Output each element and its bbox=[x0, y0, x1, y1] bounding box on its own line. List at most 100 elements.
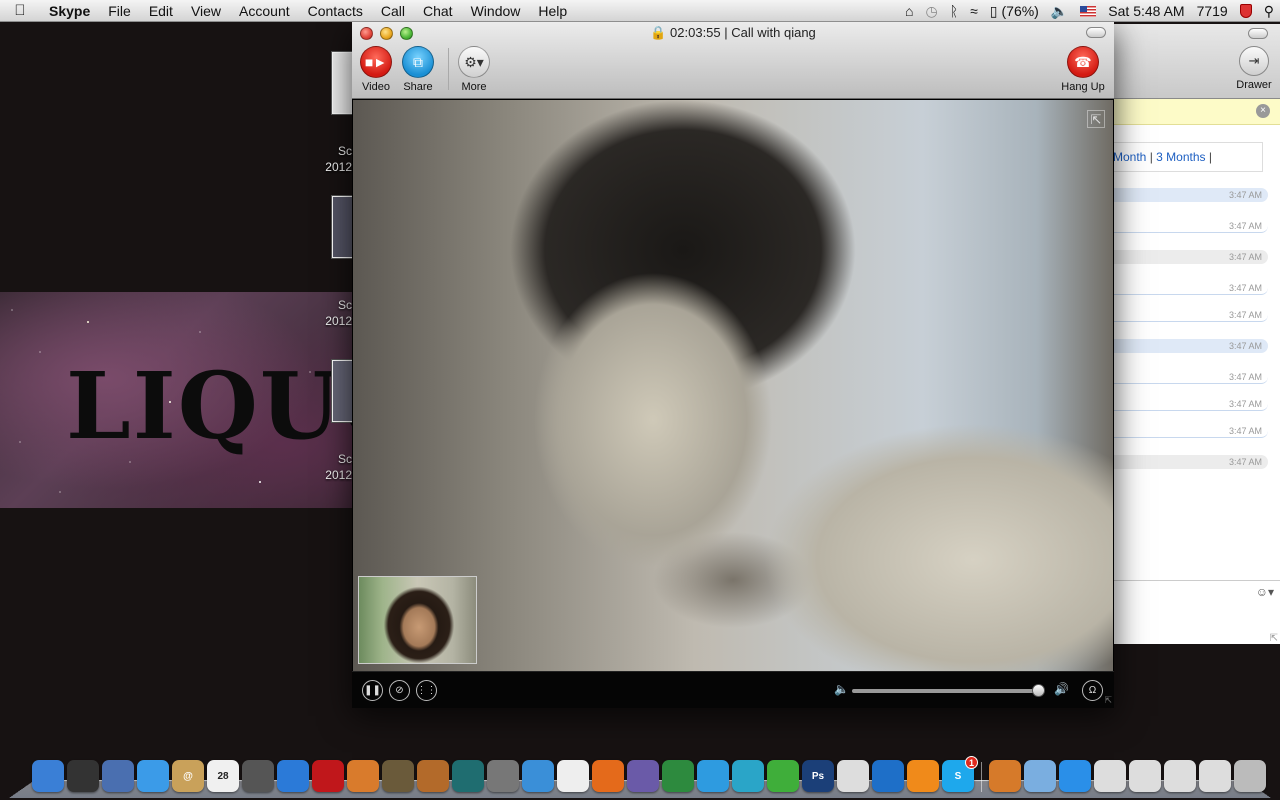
message-time: 3:47 AM bbox=[1228, 252, 1262, 262]
dock-icon-glyph: @ bbox=[183, 770, 193, 782]
apple-menu-icon[interactable]:  bbox=[0, 2, 40, 19]
shield-icon[interactable] bbox=[1234, 4, 1258, 18]
menu-file[interactable]: File bbox=[99, 0, 140, 22]
menu-contacts[interactable]: Contacts bbox=[299, 0, 372, 22]
menu-help[interactable]: Help bbox=[529, 0, 576, 22]
headset-icon: Ω bbox=[1088, 685, 1097, 696]
frostwire-icon[interactable] bbox=[732, 760, 764, 792]
file-label-line2: 2012 bbox=[325, 160, 352, 174]
photoshop-icon[interactable]: Ps bbox=[802, 760, 834, 792]
file-thumbnail bbox=[332, 196, 354, 258]
volume-low-icon: 🔈 bbox=[834, 682, 849, 696]
video-camera-icon: ■► bbox=[360, 46, 392, 78]
applications-folder-icon[interactable] bbox=[1024, 760, 1056, 792]
menu-chat[interactable]: Chat bbox=[414, 0, 462, 22]
dialpad-button[interactable]: ⋮⋮ bbox=[416, 680, 437, 701]
system-preferences-icon[interactable] bbox=[487, 760, 519, 792]
flag-icon[interactable] bbox=[1074, 5, 1102, 17]
iphoto-icon[interactable] bbox=[347, 760, 379, 792]
garageband-icon[interactable] bbox=[417, 760, 449, 792]
volume-slider-knob[interactable] bbox=[1032, 684, 1046, 697]
close-icon[interactable]: × bbox=[1256, 104, 1270, 118]
mute-button[interactable]: ⊘ bbox=[389, 680, 410, 701]
share-button[interactable]: ⧉ Share bbox=[395, 46, 441, 93]
message-time: 3:47 AM bbox=[1228, 372, 1262, 382]
finder-icon[interactable] bbox=[32, 760, 64, 792]
widget-icon[interactable] bbox=[837, 760, 869, 792]
file-thumbnail bbox=[332, 360, 354, 422]
toolbar-toggle-button[interactable] bbox=[1248, 28, 1268, 39]
menu-app-name[interactable]: Skype bbox=[40, 0, 99, 22]
file-label-line2: 2012 bbox=[325, 468, 352, 482]
messenger-icon[interactable] bbox=[697, 760, 729, 792]
menu-edit[interactable]: Edit bbox=[140, 0, 182, 22]
trash-icon[interactable] bbox=[1234, 760, 1266, 792]
ical-icon[interactable]: 28 bbox=[207, 760, 239, 792]
dialpad-icon: ⋮⋮ bbox=[416, 685, 437, 696]
address-book-icon[interactable]: @ bbox=[172, 760, 204, 792]
resize-grip-icon[interactable]: ⇱ bbox=[1104, 695, 1112, 706]
bluetooth-icon[interactable]: ᚱ bbox=[944, 0, 964, 22]
wifi-icon[interactable]: ≈ bbox=[964, 0, 984, 22]
more-button-label: More bbox=[461, 81, 487, 93]
keynote-icon[interactable] bbox=[592, 760, 624, 792]
menu-window[interactable]: Window bbox=[462, 0, 530, 22]
stack-4-icon[interactable] bbox=[1199, 760, 1231, 792]
menu-account[interactable]: Account bbox=[230, 0, 299, 22]
limewire-icon[interactable] bbox=[767, 760, 799, 792]
chat-message: 3:47 AM bbox=[1113, 188, 1280, 204]
file-thumbnail bbox=[332, 52, 354, 114]
chat-compose-area[interactable]: ☺▾ ⇱ bbox=[1113, 580, 1280, 644]
notification-badge: 1 bbox=[965, 756, 978, 769]
package-icon[interactable] bbox=[989, 760, 1021, 792]
link-month[interactable]: Month bbox=[1113, 150, 1146, 164]
toolbar-toggle-button[interactable] bbox=[1086, 27, 1106, 38]
home-icon[interactable]: ⌂ bbox=[899, 0, 919, 22]
video-button[interactable]: ■► Video bbox=[353, 46, 399, 93]
volume-icon[interactable]: 🔈 bbox=[1045, 0, 1074, 22]
textedit-icon[interactable] bbox=[557, 760, 589, 792]
itunes-icon[interactable] bbox=[277, 760, 309, 792]
lock-icon: 🔒 bbox=[650, 25, 671, 40]
volume-slider[interactable] bbox=[852, 684, 1046, 697]
menu-view[interactable]: View bbox=[182, 0, 230, 22]
photo-booth-icon[interactable] bbox=[242, 760, 274, 792]
quill-icon[interactable] bbox=[627, 760, 659, 792]
pause-button[interactable]: ❚❚ bbox=[362, 680, 383, 701]
vlc-icon[interactable] bbox=[907, 760, 939, 792]
drawer-button[interactable]: ⇥ Drawer bbox=[1234, 46, 1274, 91]
self-view-video[interactable] bbox=[358, 576, 477, 664]
fullscreen-icon[interactable]: ⇱ bbox=[1087, 110, 1105, 128]
time-machine-icon[interactable] bbox=[452, 760, 484, 792]
menu-extras: ⌂ ◷ ᚱ ≈ ▯ (76%) 🔈 Sat 5:48 AM 7719 ⚲ bbox=[899, 0, 1280, 22]
photo-album-icon[interactable] bbox=[312, 760, 344, 792]
menu-call[interactable]: Call bbox=[372, 0, 414, 22]
menu-clock[interactable]: Sat 5:48 AM bbox=[1102, 0, 1190, 22]
resize-grip-icon[interactable]: ⇱ bbox=[1270, 633, 1278, 644]
stack-3-icon[interactable] bbox=[1164, 760, 1196, 792]
link-3-months[interactable]: 3 Months bbox=[1156, 150, 1205, 164]
app-store-icon[interactable] bbox=[1059, 760, 1091, 792]
imovie-icon[interactable] bbox=[382, 760, 414, 792]
quicktime-icon[interactable] bbox=[872, 760, 904, 792]
dock-separator bbox=[981, 762, 982, 792]
preview-icon[interactable] bbox=[102, 760, 134, 792]
time-machine-menu-icon[interactable]: ◷ bbox=[919, 0, 943, 22]
skype-icon[interactable]: S1 bbox=[942, 756, 978, 792]
more-button[interactable]: ⚙▾ More bbox=[451, 46, 497, 93]
numbers-icon[interactable] bbox=[662, 760, 694, 792]
dock-icon-glyph: Ps bbox=[811, 770, 825, 782]
hang-up-button[interactable]: ☎ Hang Up bbox=[1056, 46, 1110, 93]
safari-icon[interactable] bbox=[522, 760, 554, 792]
audio-settings-button[interactable]: Ω bbox=[1082, 680, 1103, 701]
chat-window: ⇥ Drawer × Month | 3 Months | 3:47 AM 3:… bbox=[1112, 24, 1280, 644]
file-label-line1: Sc bbox=[337, 144, 352, 158]
stack-1-icon[interactable] bbox=[1094, 760, 1126, 792]
menu-counter[interactable]: 7719 bbox=[1191, 0, 1234, 22]
dashboard-icon[interactable] bbox=[67, 760, 99, 792]
battery-icon[interactable]: ▯ (76%) bbox=[984, 0, 1045, 22]
stack-2-icon[interactable] bbox=[1129, 760, 1161, 792]
emoticon-icon[interactable]: ☺▾ bbox=[1256, 585, 1274, 599]
ichat-icon[interactable] bbox=[137, 760, 169, 792]
spotlight-search-icon[interactable]: ⚲ bbox=[1258, 0, 1280, 22]
